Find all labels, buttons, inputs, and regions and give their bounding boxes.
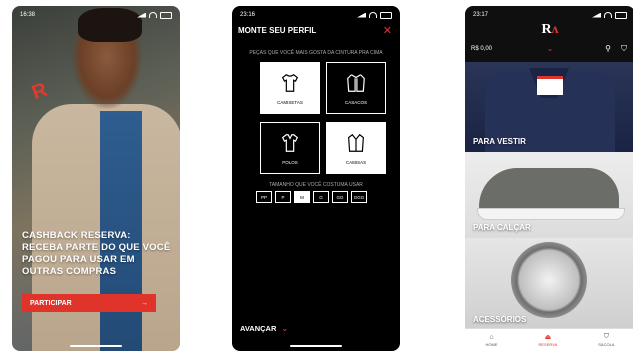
bag-icon[interactable]: ⛉: [621, 44, 627, 54]
close-icon[interactable]: ✕: [383, 24, 392, 37]
home-icon: ⌂: [489, 333, 494, 341]
size-label: TAMANHO QUE VOCÊ COSTUMA USAR: [269, 182, 363, 188]
watch-image: [511, 242, 587, 318]
participar-label: PARTICIPAR: [30, 299, 72, 307]
category-label: POLOS: [282, 159, 298, 165]
category-label: CASACOS: [344, 99, 367, 105]
chevron-down-icon: ⌄: [281, 324, 289, 333]
home-indicator: [70, 345, 122, 347]
category-tile-acessorios[interactable]: ACESSÓRIOS: [465, 238, 633, 330]
app-header: 23:17 Rʌ R$ 0,00 ⌄ ⚲ ⛉: [465, 6, 633, 62]
tab-label: HOME: [485, 341, 498, 347]
category-card-polos[interactable]: POLOS: [260, 122, 320, 174]
search-icon[interactable]: ⚲: [605, 44, 611, 53]
status-bar: 16:38: [20, 10, 172, 20]
participar-button[interactable]: PARTICIPAR →: [22, 294, 156, 312]
wifi-icon: [369, 12, 377, 18]
shirt-icon: [348, 133, 364, 152]
bag-icon: ⛉: [603, 333, 609, 340]
polo-icon: [281, 133, 299, 152]
wifi-icon: [149, 12, 157, 18]
size-option-p[interactable]: P: [275, 191, 291, 203]
battery-icon: [160, 11, 172, 19]
status-bar: 23:17: [473, 10, 627, 20]
size-option-m[interactable]: M: [294, 191, 310, 203]
status-time: 23:16: [240, 12, 256, 18]
size-option-pp[interactable]: PP: [256, 191, 272, 203]
category-label: CAMISAS: [345, 159, 367, 165]
tab-label: SACOLA: [598, 342, 615, 347]
brand-logo: R: [29, 78, 51, 105]
categories-subtitle: PEÇAS QUE VOCÊ MAIS GOSTA DA CINTURA PRA…: [249, 50, 383, 56]
category-card-casacos[interactable]: CASACOS: [326, 62, 386, 114]
brand-logo: Rʌ: [541, 22, 558, 38]
signal-icon: [137, 12, 146, 18]
bottom-tab-bar: ⌂ HOME ⏏ RESERVA ⛉ SACOLA: [465, 328, 633, 351]
battery-icon: [380, 11, 392, 19]
status-bar: 23:16: [240, 10, 392, 20]
brand-logo-mark: ʌ: [551, 22, 559, 37]
size-selector: PP P M G GG GGG: [256, 191, 367, 203]
jacket-icon: [347, 73, 365, 92]
wifi-icon: [604, 12, 612, 18]
category-label: CAMISETAS: [277, 99, 303, 105]
tshirt-icon: [281, 73, 299, 92]
tile-label: PARA VESTIR: [473, 137, 526, 146]
tab-sacola[interactable]: ⛉ SACOLA: [598, 333, 614, 347]
signal-icon: [592, 12, 601, 18]
tab-home[interactable]: ⌂ HOME: [486, 334, 498, 347]
advance-button[interactable]: AVANÇAR ⌄: [240, 324, 288, 333]
tile-label: PARA CALÇAR: [473, 223, 531, 232]
chevron-down-icon[interactable]: ⌄: [547, 44, 554, 53]
category-tile-vestir[interactable]: PARA VESTIR: [465, 62, 633, 152]
shirt-tag: [537, 76, 563, 95]
page-title: MONTE SEU PERFIL: [238, 26, 317, 35]
size-option-ggg[interactable]: GGG: [351, 191, 367, 203]
tab-reserva[interactable]: ⏏ RESERVA: [539, 333, 558, 347]
tab-label: RESERVA: [538, 342, 558, 347]
tile-label: ACESSÓRIOS: [473, 315, 527, 324]
arrow-right-icon: →: [141, 299, 148, 307]
promo-text: CASHBACK RESERVA: RECEBA PARTE DO QUE VO…: [22, 230, 171, 277]
advance-label: AVANÇAR: [240, 324, 277, 333]
phone-screen-home: 23:17 Rʌ R$ 0,00 ⌄ ⚲ ⛉ PARA VESTIR PARA …: [465, 6, 633, 351]
battery-icon: [615, 11, 627, 19]
shoe-sole: [477, 208, 625, 220]
hanger-icon: ⏏: [544, 334, 552, 341]
category-tile-calcar[interactable]: PARA CALÇAR: [465, 152, 633, 238]
signal-icon: [357, 12, 366, 18]
status-time: 16:38: [20, 12, 36, 18]
cashback-balance: R$ 0,00: [471, 46, 493, 52]
size-option-gg[interactable]: GG: [332, 191, 348, 203]
category-card-camisetas[interactable]: CAMISETAS: [260, 62, 320, 114]
brand-logo-letter: R: [541, 22, 552, 37]
size-option-g[interactable]: G: [313, 191, 329, 203]
home-indicator: [290, 345, 342, 347]
phone-screen-cashback: 16:38 R CASHBACK RESERVA: RECEBA PARTE D…: [12, 6, 180, 351]
status-time: 23:17: [473, 12, 489, 18]
phone-screen-profile: 23:16 MONTE SEU PERFIL ✕ PEÇAS QUE VOCÊ …: [232, 6, 400, 351]
category-card-camisas[interactable]: CAMISAS: [326, 122, 386, 174]
